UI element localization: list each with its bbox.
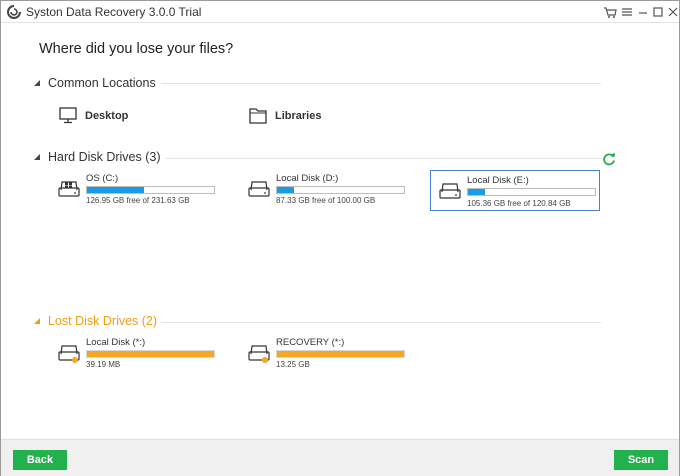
drive-usage-fill [277,351,404,357]
common-locations-header[interactable]: Common Locations [32,75,156,91]
lost-disk-drives-header[interactable]: Lost Disk Drives (2) [32,313,157,329]
app-logo-icon [7,5,21,19]
hard-disk-drives-header[interactable]: Hard Disk Drives (3) [32,149,161,165]
drive-name: Local Disk (E:) [467,175,529,186]
hard-drive-icon [248,181,270,197]
collapse-arrow-icon[interactable] [32,152,42,162]
footer-bar: Back Scan [1,439,679,476]
drive-c[interactable]: OS (C:) 126.95 GB free of 231.63 GB [58,171,228,207]
page-title: Where did you lose your files? [39,41,234,57]
drive-usage-fill [277,187,294,193]
lost-drive-recovery[interactable]: RECOVERY (*:) 13.25 GB [248,335,418,371]
window-title: Syston Data Recovery 3.0.0 Trial [26,5,202,19]
collapse-arrow-icon[interactable] [32,78,42,88]
location-libraries-label: Libraries [275,109,322,122]
drive-usage-bar [86,350,215,358]
drive-usage-fill [87,351,214,357]
drive-name: Local Disk (*:) [86,337,146,348]
location-libraries[interactable]: Libraries [249,107,321,124]
drive-d[interactable]: Local Disk (D:) 87.33 GB free of 100.00 … [248,171,418,207]
windows-drive-icon [58,181,80,197]
location-desktop-label: Desktop [85,109,129,122]
close-icon[interactable] [666,4,680,20]
drive-usage-bar [86,186,215,194]
divider [161,83,601,84]
drive-name: RECOVERY (*:) [276,337,345,348]
drive-usage-bar [467,188,596,196]
monitor-icon [59,107,77,124]
divider [166,158,601,159]
menu-icon[interactable] [620,4,634,20]
drive-size: 39.19 MB [86,360,121,369]
minimize-icon[interactable] [636,4,650,20]
lost-drive-icon [248,345,270,363]
hard-disk-drives-label: Hard Disk Drives (3) [48,150,161,164]
drive-e[interactable]: Local Disk (E:) 105.36 GB free of 120.84… [430,170,600,211]
lost-drive-local[interactable]: Local Disk (*:) 39.19 MB [58,335,228,371]
collapse-arrow-icon[interactable] [32,316,42,326]
drive-usage-bar [276,350,405,358]
cart-icon[interactable] [603,4,617,20]
app-window: Syston Data Recovery 3.0.0 Trial Where d… [0,0,680,476]
drive-usage-fill [468,189,485,195]
refresh-icon[interactable] [602,152,616,166]
drive-usage-fill [87,187,145,193]
drive-name: OS (C:) [86,173,119,184]
common-locations-label: Common Locations [48,76,156,90]
drive-size: 87.33 GB free of 100.00 GB [276,196,376,205]
location-desktop[interactable]: Desktop [59,107,128,124]
drive-size: 13.25 GB [276,360,310,369]
folder-icon [249,108,267,124]
maximize-icon[interactable] [651,4,665,20]
lost-disk-drives-label: Lost Disk Drives (2) [48,314,158,328]
drive-usage-bar [276,186,405,194]
back-button[interactable]: Back [13,450,67,470]
title-bar: Syston Data Recovery 3.0.0 Trial [1,1,679,23]
lost-drive-icon [58,345,80,363]
scan-button[interactable]: Scan [614,450,668,470]
drive-name: Local Disk (D:) [276,173,339,184]
divider [161,322,601,323]
hard-drive-icon [439,183,461,199]
drive-size: 105.36 GB free of 120.84 GB [467,199,571,208]
drive-size: 126.95 GB free of 231.63 GB [86,196,190,205]
